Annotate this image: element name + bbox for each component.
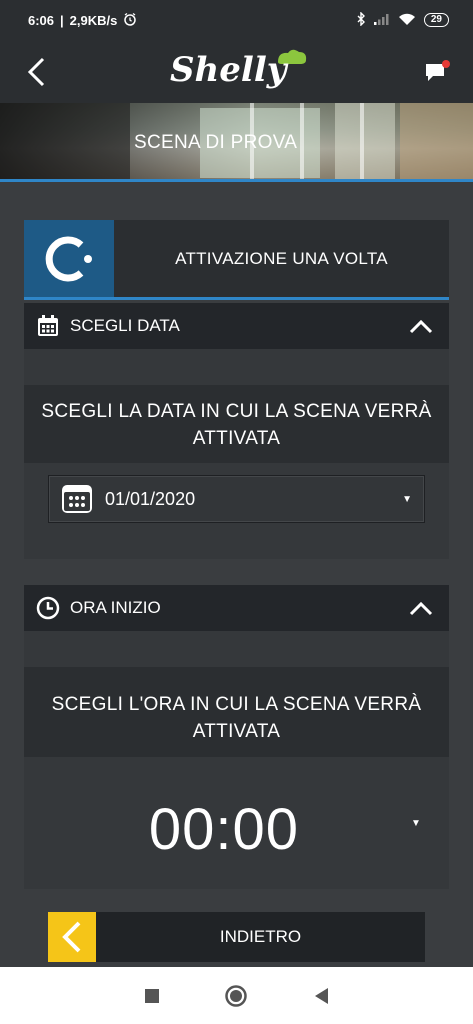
network-speed: 2,9KB/s	[69, 12, 118, 28]
chevron-left-icon	[27, 57, 45, 86]
notifications-button[interactable]	[417, 52, 457, 92]
calendar-icon	[38, 315, 58, 336]
activation-type-card[interactable]: ATTIVAZIONE UNA VOLTA	[24, 220, 449, 300]
status-left: 6:06 | 2,9KB/s	[28, 12, 137, 29]
activation-type-label: ATTIVAZIONE UNA VOLTA	[175, 248, 388, 268]
dropdown-caret-icon[interactable]: ▼	[411, 818, 421, 829]
system-nav-bar	[0, 967, 473, 1024]
once-icon	[24, 220, 114, 297]
back-label: INDIETRO	[219, 927, 302, 946]
time-section-spacer	[24, 631, 449, 667]
time-picker[interactable]: 00:00	[24, 790, 424, 870]
system-back-button[interactable]	[306, 981, 336, 1011]
bluetooth-icon	[356, 10, 366, 29]
back-button[interactable]	[16, 52, 56, 92]
app-header: Shelly	[0, 40, 473, 103]
back-footer-button[interactable]: INDIETRO	[48, 912, 425, 962]
home-button[interactable]	[221, 981, 251, 1011]
home-circle-icon	[225, 984, 248, 1007]
chat-notification-icon	[426, 59, 450, 81]
calendar-icon	[62, 485, 92, 513]
signal-icon	[373, 13, 390, 28]
status-right: 29	[356, 10, 449, 29]
date-section-title: SCEGLI DATA	[70, 316, 180, 335]
recents-button[interactable]	[137, 981, 167, 1011]
back-arrow-icon	[48, 912, 96, 962]
shelly-logo: Shelly	[170, 48, 310, 94]
date-section-header[interactable]: SCEGLI DATA	[24, 303, 449, 349]
logo-text: Shelly	[170, 50, 287, 90]
app-screen: 6:06 | 2,9KB/s 29 Shelly SCENA DI PROVA …	[0, 0, 473, 1024]
chevron-up-icon[interactable]	[407, 312, 435, 340]
dropdown-caret-icon: ▼	[402, 493, 412, 505]
clock-icon	[36, 596, 60, 620]
date-prompt: SCEGLI LA DATA IN CUI LA SCENA VERRÀ ATT…	[41, 401, 432, 449]
date-section-spacer	[24, 349, 449, 385]
scene-banner: SCENA DI PROVA	[0, 103, 473, 182]
square-icon	[145, 988, 160, 1003]
time-prompt: SCEGLI L'ORA IN CUI LA SCENA VERRÀ ATTIV…	[51, 694, 422, 742]
chevron-up-icon[interactable]	[407, 594, 435, 622]
alarm-icon	[123, 12, 137, 29]
triangle-back-icon	[314, 987, 328, 1004]
date-select[interactable]: 01/01/2020 ▼	[48, 475, 425, 523]
scene-title: SCENA DI PROVA	[134, 131, 298, 153]
status-bar: 6:06 | 2,9KB/s 29	[0, 0, 473, 40]
time-section-title: ORA INIZIO	[70, 598, 161, 617]
date-value: 01/01/2020	[105, 488, 196, 509]
clock: 6:06	[28, 12, 55, 28]
battery-icon: 29	[423, 13, 449, 27]
status-separator: |	[60, 12, 64, 28]
time-section-header[interactable]: ORA INIZIO	[24, 585, 449, 631]
wifi-icon	[398, 12, 416, 29]
